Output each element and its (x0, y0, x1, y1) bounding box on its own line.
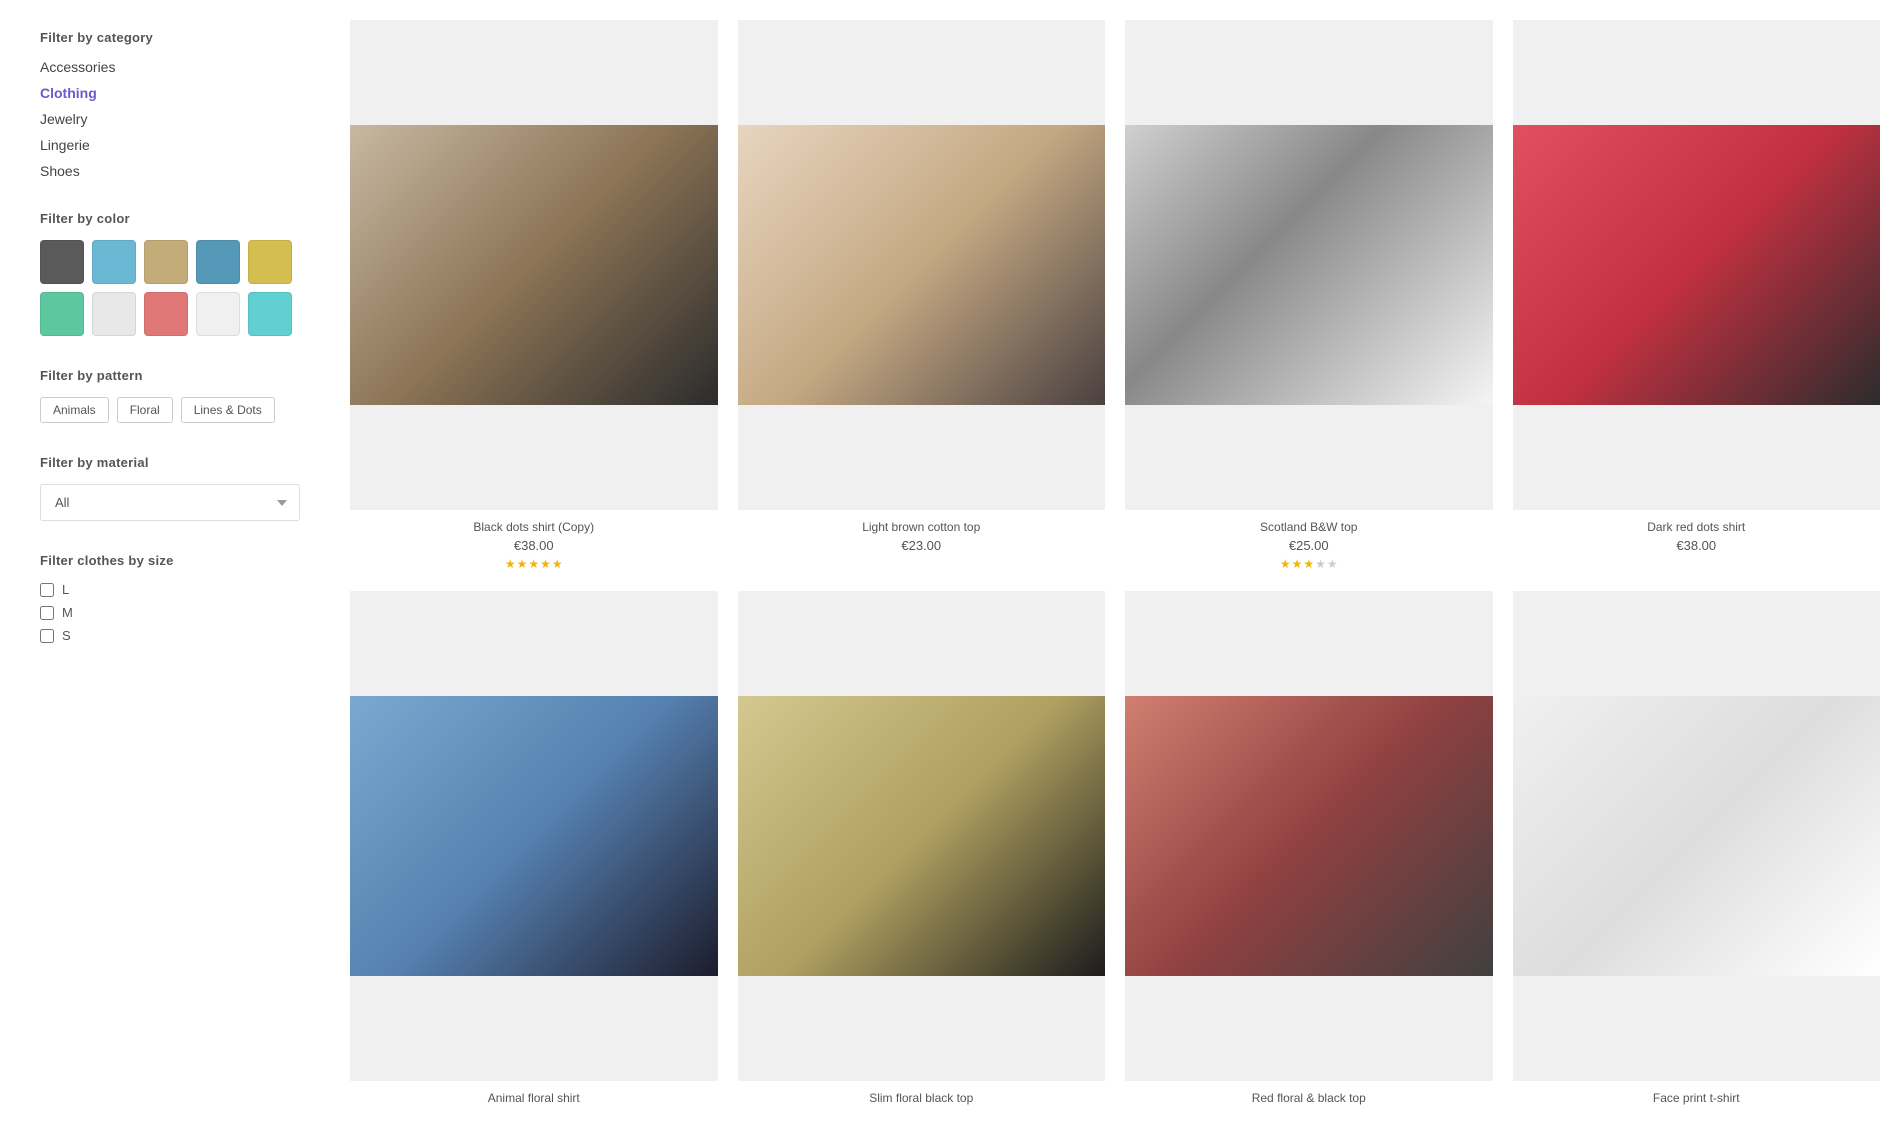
sidebar: Filter by category Accessories Clothing Je… (0, 0, 340, 1129)
star-icon: ★ (1315, 557, 1326, 571)
product-image (738, 696, 1106, 976)
color-filter-title: Filter by color (40, 211, 300, 226)
category-item-shoes[interactable]: Shoes (40, 163, 80, 179)
color-swatch-cyan[interactable] (248, 292, 292, 336)
size-checkbox-s[interactable] (40, 629, 54, 643)
product-image-wrap[interactable] (1513, 20, 1881, 510)
page-layout: Filter by category Accessories Clothing Je… (0, 0, 1900, 1129)
product-image (1513, 125, 1881, 405)
star-icon: ★ (517, 557, 528, 571)
product-name: Red floral & black top (1252, 1091, 1366, 1105)
product-card: Dark red dots shirt €38.00 (1513, 20, 1881, 571)
product-image (1125, 125, 1493, 405)
category-item-jewelry[interactable]: Jewelry (40, 111, 87, 127)
pattern-tags: Animals Floral Lines & Dots (40, 397, 300, 423)
category-filter-title: Filter by category (40, 30, 300, 45)
color-swatch-tan[interactable] (144, 240, 188, 284)
size-list: LMS (40, 582, 300, 643)
color-swatch-white[interactable] (196, 292, 240, 336)
color-swatch-dark-gray[interactable] (40, 240, 84, 284)
product-image-wrap[interactable] (738, 591, 1106, 1081)
size-filter-section: Filter clothes by size LMS (40, 553, 300, 643)
product-rating: ★★★★★ (1280, 557, 1338, 571)
product-name: Animal floral shirt (488, 1091, 580, 1105)
color-filter-section: Filter by color (40, 211, 300, 336)
product-price: €25.00 (1289, 538, 1329, 553)
size-checkbox-m[interactable] (40, 606, 54, 620)
size-label-s: S (62, 628, 71, 643)
product-image (738, 125, 1106, 405)
color-swatch-yellow[interactable] (248, 240, 292, 284)
product-image-wrap[interactable] (350, 20, 718, 510)
product-price: €38.00 (514, 538, 554, 553)
star-icon: ★ (540, 557, 551, 571)
pattern-filter-section: Filter by pattern Animals Floral Lines & D… (40, 368, 300, 423)
product-card: Black dots shirt (Copy)€38.00★★★★★ (350, 20, 718, 571)
pattern-tag-lines-&-dots[interactable]: Lines & Dots (181, 397, 275, 423)
color-swatch-light-gray[interactable] (92, 292, 136, 336)
product-name: Light brown cotton top (862, 520, 980, 534)
material-select[interactable]: AllCottonPolyesterSilkWool (40, 484, 300, 521)
material-filter-title: Filter by material (40, 455, 300, 470)
product-name: Face print t-shirt (1653, 1091, 1740, 1105)
category-item-clothing[interactable]: Clothing (40, 85, 97, 101)
star-icon: ★ (1292, 557, 1303, 571)
product-card: Red floral & black top (1125, 591, 1493, 1109)
product-image (1125, 696, 1493, 976)
star-icon: ★ (528, 557, 539, 571)
color-swatch-mint[interactable] (40, 292, 84, 336)
size-label-l: L (62, 582, 69, 597)
color-swatches (40, 240, 300, 336)
product-rating: ★★★★★ (505, 557, 563, 571)
product-card: Scotland B&W top€25.00★★★★★ (1125, 20, 1493, 571)
star-icon: ★ (505, 557, 516, 571)
product-image-wrap[interactable] (738, 20, 1106, 510)
color-swatch-sky-blue[interactable] (92, 240, 136, 284)
star-icon: ★ (1303, 557, 1314, 571)
product-card: Slim floral black top (738, 591, 1106, 1109)
product-card: Animal floral shirt (350, 591, 718, 1109)
category-filter-section: Filter by category Accessories Clothing Je… (40, 30, 300, 179)
material-filter-section: Filter by material AllCottonPolyesterSil… (40, 455, 300, 521)
pattern-tag-animals[interactable]: Animals (40, 397, 109, 423)
main-content: Black dots shirt (Copy)€38.00★★★★★Light … (340, 0, 1900, 1129)
pattern-filter-title: Filter by pattern (40, 368, 300, 383)
star-icon: ★ (1327, 557, 1338, 571)
size-label-m: M (62, 605, 73, 620)
product-price: €23.00 (901, 538, 941, 553)
size-filter-title: Filter clothes by size (40, 553, 300, 568)
category-list: Accessories Clothing Jewelry Lingerie Shoes (40, 59, 300, 179)
size-checkbox-l[interactable] (40, 583, 54, 597)
category-item-accessories[interactable]: Accessories (40, 59, 115, 75)
star-icon: ★ (1280, 557, 1291, 571)
product-name: Scotland B&W top (1260, 520, 1357, 534)
product-grid: Black dots shirt (Copy)€38.00★★★★★Light … (350, 20, 1880, 1109)
product-image (1513, 696, 1881, 976)
product-image-wrap[interactable] (350, 591, 718, 1081)
product-price: €38.00 (1676, 538, 1716, 553)
product-image-wrap[interactable] (1125, 20, 1493, 510)
pattern-tag-floral[interactable]: Floral (117, 397, 173, 423)
product-name: Black dots shirt (Copy) (473, 520, 594, 534)
product-name: Slim floral black top (869, 1091, 973, 1105)
star-icon: ★ (552, 557, 563, 571)
product-image (350, 125, 718, 405)
category-item-lingerie[interactable]: Lingerie (40, 137, 90, 153)
product-name: Dark red dots shirt (1647, 520, 1745, 534)
product-image-wrap[interactable] (1125, 591, 1493, 1081)
product-card: Face print t-shirt (1513, 591, 1881, 1109)
product-image (350, 696, 718, 976)
color-swatch-steel-blue[interactable] (196, 240, 240, 284)
product-card: Light brown cotton top €23.00 (738, 20, 1106, 571)
product-image-wrap[interactable] (1513, 591, 1881, 1081)
color-swatch-pink-red[interactable] (144, 292, 188, 336)
